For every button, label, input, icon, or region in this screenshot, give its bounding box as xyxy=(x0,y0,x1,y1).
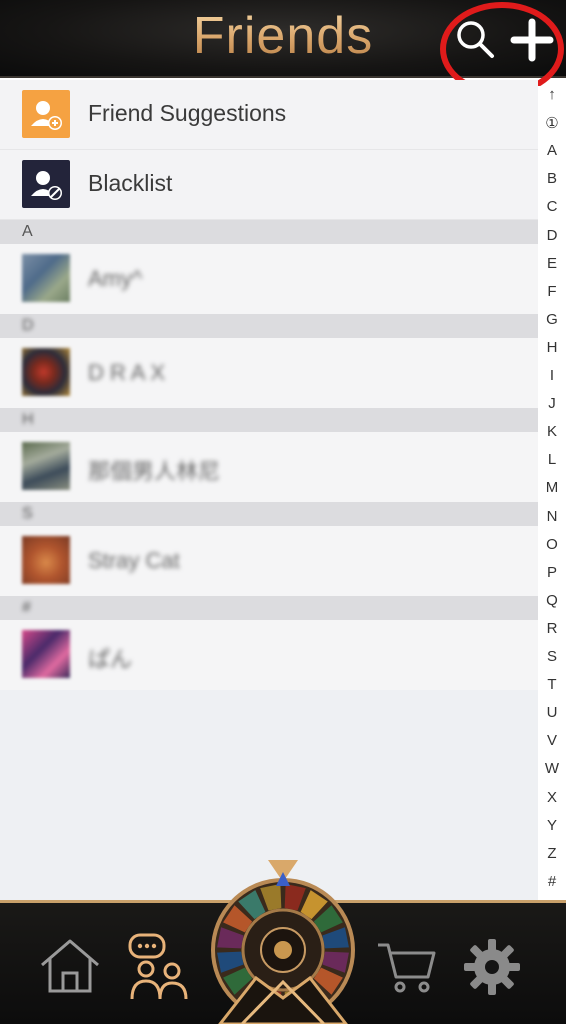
blacklist-label: Blacklist xyxy=(88,170,173,196)
home-icon xyxy=(41,939,99,993)
blacklist-icon xyxy=(22,160,70,208)
alphabet-index-letter[interactable]: L xyxy=(538,451,566,468)
avatar xyxy=(22,536,70,584)
nav-settings[interactable] xyxy=(462,937,522,997)
section-header-s: S xyxy=(0,502,538,526)
friend-row[interactable]: D R A X xyxy=(0,338,538,408)
alphabet-index-letter[interactable]: F xyxy=(538,283,566,300)
section-letter: S xyxy=(22,505,33,522)
alphabet-index-letter[interactable]: Q xyxy=(538,592,566,609)
section-header-h: H xyxy=(0,408,538,432)
section-header-d: D xyxy=(0,314,538,338)
nav-home[interactable] xyxy=(36,935,104,997)
friend-name: Amy^ xyxy=(88,266,143,291)
friend-suggestions-row[interactable]: Friend Suggestions xyxy=(0,80,538,150)
friend-name: Stray Cat xyxy=(88,548,180,573)
alphabet-index-letter[interactable]: W xyxy=(538,760,566,777)
alphabet-index-letter[interactable]: ① xyxy=(538,114,566,132)
friend-name: 那個男人林尼 xyxy=(88,459,221,484)
friend-row[interactable]: 那個男人林尼 xyxy=(0,432,538,502)
friend-suggestions-label: Friend Suggestions xyxy=(88,100,287,126)
avatar xyxy=(22,348,70,396)
alphabet-index-letter[interactable]: O xyxy=(538,536,566,553)
friend-name: D R A X xyxy=(88,360,166,385)
alphabet-index-letter[interactable]: I xyxy=(538,367,566,384)
nav-shop[interactable] xyxy=(374,937,438,995)
alphabet-index-letter[interactable]: N xyxy=(538,508,566,525)
alphabet-index-letter[interactable]: S xyxy=(538,648,566,665)
alphabet-index-letter[interactable]: ↑ xyxy=(538,86,566,103)
alphabet-index-letter[interactable]: T xyxy=(538,676,566,693)
alphabet-index-letter[interactable]: Y xyxy=(538,817,566,834)
nav-prize-wheel[interactable] xyxy=(206,858,360,1024)
alphabet-index-letter[interactable]: U xyxy=(538,704,566,721)
section-letter: D xyxy=(22,317,34,334)
section-letter: A xyxy=(22,223,33,240)
section-letter: H xyxy=(22,411,34,428)
friends-chat-icon xyxy=(128,933,188,1000)
alphabet-index-letter[interactable]: E xyxy=(538,255,566,272)
alphabet-index-letter[interactable]: R xyxy=(538,620,566,637)
section-letter: # xyxy=(22,599,31,616)
friend-row[interactable]: ぱん xyxy=(0,620,538,690)
alphabet-index-letter[interactable]: Z xyxy=(538,845,566,862)
settings-gear-icon xyxy=(464,939,520,995)
friends-list: Friend Suggestions Blacklist A Amy^ D D … xyxy=(0,80,538,690)
alphabet-index-letter[interactable]: H xyxy=(538,339,566,356)
friend-row[interactable]: Stray Cat xyxy=(0,526,538,596)
alphabet-index-letter[interactable]: P xyxy=(538,564,566,581)
alphabet-index-letter[interactable]: B xyxy=(538,170,566,187)
avatar xyxy=(22,630,70,678)
alphabet-index-letter[interactable]: A xyxy=(538,142,566,159)
cart-icon xyxy=(378,943,436,993)
alphabet-index-letter[interactable]: J xyxy=(538,395,566,412)
alphabet-index-letter[interactable]: K xyxy=(538,423,566,440)
alphabet-index[interactable]: ↑ ① A B C D E F G H I J K L M N O P Q R S T U V W X Y Z # xyxy=(538,86,566,900)
alphabet-index-letter[interactable]: C xyxy=(538,198,566,215)
friend-row[interactable]: Amy^ xyxy=(0,244,538,314)
alphabet-index-letter[interactable]: V xyxy=(538,732,566,749)
section-header-a: A xyxy=(0,220,538,244)
nav-friends[interactable] xyxy=(124,931,194,1003)
alphabet-index-letter[interactable]: G xyxy=(538,311,566,328)
alphabet-index-letter[interactable]: D xyxy=(538,227,566,244)
friend-suggestion-icon xyxy=(22,90,70,138)
avatar xyxy=(22,442,70,490)
avatar xyxy=(22,254,70,302)
friend-name: ぱん xyxy=(88,647,133,672)
section-header-hash: # xyxy=(0,596,538,620)
blacklist-row[interactable]: Blacklist xyxy=(0,150,538,220)
alphabet-index-letter[interactable]: M xyxy=(538,479,566,496)
alphabet-index-letter[interactable]: # xyxy=(538,873,566,890)
alphabet-index-letter[interactable]: X xyxy=(538,789,566,806)
prize-wheel-icon xyxy=(211,860,355,1024)
